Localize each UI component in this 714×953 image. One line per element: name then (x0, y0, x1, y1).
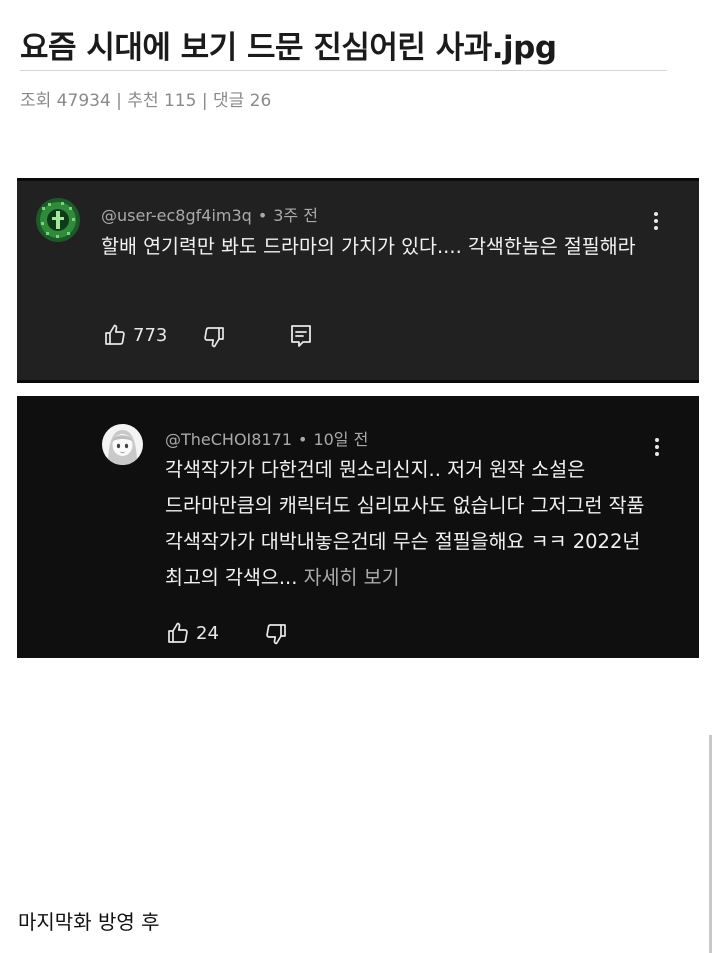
read-more-link[interactable]: 자세히 보기 (304, 566, 400, 589)
comment-body: 각색작가가 다한건데 뭔소리신지.. 저거 원작 소설은 드라마만큼의 캐릭터도… (165, 458, 645, 589)
thumbs-down-icon (264, 622, 288, 646)
title-divider (20, 70, 667, 71)
like-count: 773 (133, 324, 168, 346)
like-button[interactable]: 24 (166, 621, 219, 645)
like-button[interactable]: 773 (103, 323, 167, 347)
comment-text: 할배 연기력만 봐도 드라마의 가치가 있다.... 각색한놈은 절필해라 (101, 235, 636, 258)
comment-header: @user-ec8gf4im3q • 3주 전 (101, 202, 318, 226)
thumbs-down-icon (202, 325, 226, 349)
avatar[interactable] (102, 424, 143, 465)
reply-button[interactable] (290, 324, 312, 348)
comment-header: @TheCHOI8171 • 10일 전 (165, 426, 368, 450)
comment-author[interactable]: @TheCHOI8171 (165, 430, 292, 449)
comment-screenshot-2: @TheCHOI8171 • 10일 전 각색작가가 다한건데 뭔소리신지.. 저거… (17, 396, 699, 658)
comment-time[interactable]: 3주 전 (273, 206, 318, 225)
comment-author[interactable]: @user-ec8gf4im3q (101, 206, 252, 225)
comment-time[interactable]: 10일 전 (313, 430, 368, 449)
dislike-button[interactable] (202, 325, 226, 349)
like-count: 24 (196, 622, 219, 644)
scrollbar[interactable] (709, 735, 712, 953)
thumbs-up-icon (166, 621, 190, 645)
more-vertical-icon[interactable] (646, 209, 666, 235)
avatar[interactable] (36, 198, 80, 242)
comment-screenshot-1: @user-ec8gf4im3q • 3주 전 할배 연기력만 봐도 드라마의 가치… (17, 178, 699, 383)
reply-icon (290, 324, 312, 348)
comment-text: 각색작가가 다한건데 뭔소리신지.. 저거 원작 소설은 드라마만큼의 캐릭터도… (165, 452, 651, 596)
header-separator: • (298, 430, 308, 449)
header-separator: • (257, 206, 268, 225)
thumbs-up-icon (103, 323, 127, 347)
post-title: 요즘 시대에 보기 드문 진심어린 사과.jpg (20, 30, 557, 66)
post-caption: 마지막화 방영 후 (18, 910, 160, 934)
post-meta: 조회 47934 | 추천 115 | 댓글 26 (20, 91, 272, 111)
dislike-button[interactable] (264, 622, 288, 646)
more-vertical-icon[interactable] (647, 435, 667, 461)
